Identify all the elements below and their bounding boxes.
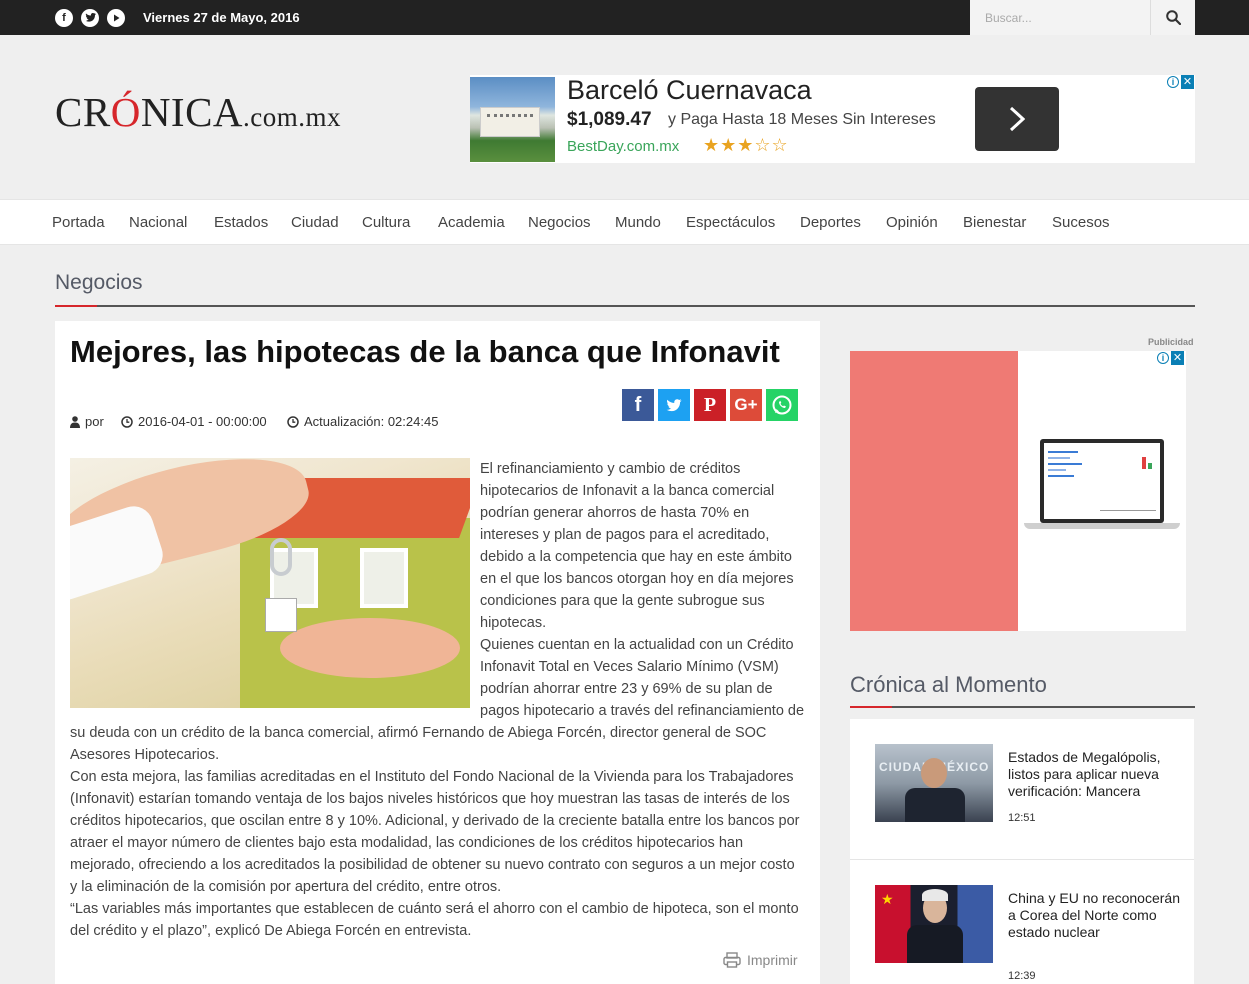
ad-description: y Paga Hasta 18 Meses Sin Intereses (668, 111, 936, 128)
clock-icon (287, 416, 299, 428)
ad-price: $1,089.47 (567, 109, 652, 130)
article-body: El refinanciamiento y cambio de créditos… (70, 458, 805, 942)
article-author: por (70, 414, 104, 429)
print-label: Imprimir (747, 952, 798, 968)
nav-item-deportes[interactable]: Deportes (800, 214, 861, 231)
search-input[interactable] (970, 0, 1150, 35)
top-bar: f Viernes 27 de Mayo, 2016 (0, 0, 1249, 35)
google-plus-icon: G+ (734, 395, 758, 414)
logo-domain: .com.mx (243, 102, 342, 132)
section-title: Negocios (55, 271, 143, 294)
nav-item-bienestar[interactable]: Bienestar (963, 214, 1026, 231)
ad-rating-stars: ★★★☆☆ (703, 135, 789, 155)
adchoices-icon[interactable]: i ✕ (1156, 351, 1184, 365)
nav-item-espectaculos[interactable]: Espectáculos (686, 214, 775, 231)
section-divider (55, 305, 1195, 307)
whatsapp-icon (772, 395, 792, 415)
nav-item-mundo[interactable]: Mundo (615, 214, 661, 231)
youtube-icon[interactable] (107, 9, 125, 27)
nav-item-ciudad[interactable]: Ciudad (291, 214, 339, 231)
facebook-icon: f (634, 394, 642, 416)
nav-item-negocios[interactable]: Negocios (528, 214, 591, 231)
news-time: 12:51 (1008, 812, 1036, 824)
news-list: CIUDAD MÉXICO Estados de Megalópolis, li… (850, 719, 1194, 984)
news-headline[interactable]: Estados de Megalópolis, listos para apli… (1008, 749, 1183, 800)
ad-label: Publicidad (1148, 337, 1194, 347)
facebook-icon[interactable]: f (55, 9, 73, 27)
twitter-icon[interactable] (81, 9, 99, 27)
share-whatsapp-button[interactable] (766, 389, 798, 421)
ad-go-button[interactable] (975, 87, 1059, 151)
ad-laptop-image (1024, 439, 1180, 529)
print-button[interactable]: Imprimir (723, 952, 798, 968)
twitter-icon (666, 399, 682, 412)
logo-text: CR (55, 89, 111, 135)
nav-item-cultura[interactable]: Cultura (362, 214, 410, 231)
adchoices-icon[interactable]: i ✕ (1166, 75, 1194, 89)
search-button[interactable] (1150, 0, 1195, 35)
author-label: por (85, 414, 104, 429)
news-thumbnail[interactable]: CIUDAD MÉXICO (875, 744, 993, 822)
nav-item-academia[interactable]: Academia (438, 214, 505, 231)
search-icon (1166, 10, 1181, 25)
share-twitter-button[interactable] (658, 389, 690, 421)
share-google-plus-button[interactable]: G+ (730, 389, 762, 421)
news-thumbnail[interactable]: ★ (875, 885, 993, 963)
nav-item-nacional[interactable]: Nacional (129, 214, 187, 231)
date-text: 2016-04-01 - 00:00:00 (138, 414, 267, 429)
nav-item-portada[interactable]: Portada (52, 214, 105, 231)
article-date: 2016-04-01 - 00:00:00 (121, 414, 267, 429)
sidebar-ad[interactable] (850, 351, 1186, 631)
divider (850, 859, 1194, 860)
pinterest-icon: P (703, 394, 717, 416)
article-updated: Actualización: 02:24:45 (287, 414, 438, 429)
clock-icon (121, 416, 133, 428)
article-paragraph: “Las variables más importantes que estab… (70, 901, 799, 939)
ad-site[interactable]: BestDay.com.mx (567, 138, 679, 155)
updated-text: Actualización: 02:24:45 (304, 414, 439, 429)
sidebar-divider (850, 706, 1195, 708)
news-time: 12:39 (1008, 970, 1036, 982)
main-nav: Portada Nacional Estados Ciudad Cultura … (0, 199, 1249, 245)
site-logo[interactable]: CRÓNICA.com.mx (55, 88, 341, 136)
logo-text-end: NICA (140, 89, 244, 135)
share-pinterest-button[interactable]: P (694, 389, 726, 421)
chevron-right-icon (1009, 106, 1025, 132)
banner-ad[interactable]: Barceló Cuernavaca $1,089.47 y Paga Hast… (470, 75, 1195, 163)
current-date: Viernes 27 de Mayo, 2016 (143, 10, 300, 25)
news-headline[interactable]: China y EU no reconocerán a Corea del No… (1008, 890, 1183, 941)
nav-item-opinion[interactable]: Opinión (886, 214, 938, 231)
nav-item-sucesos[interactable]: Sucesos (1052, 214, 1110, 231)
article-title: Mejores, las hipotecas de la banca que I… (70, 334, 780, 369)
logo-accent: Ó (110, 89, 141, 135)
ad-color-block (850, 351, 1018, 631)
user-icon (70, 416, 80, 428)
article-paragraph: Con esta mejora, las familias acreditada… (70, 769, 800, 895)
printer-icon (723, 952, 741, 968)
nav-item-estados[interactable]: Estados (214, 214, 268, 231)
share-facebook-button[interactable]: f (622, 389, 654, 421)
ad-title[interactable]: Barceló Cuernavaca (567, 75, 812, 106)
article-card: Mejores, las hipotecas de la banca que I… (55, 321, 820, 984)
sidebar-title: Crónica al Momento (850, 672, 1047, 697)
ad-image (470, 77, 555, 162)
